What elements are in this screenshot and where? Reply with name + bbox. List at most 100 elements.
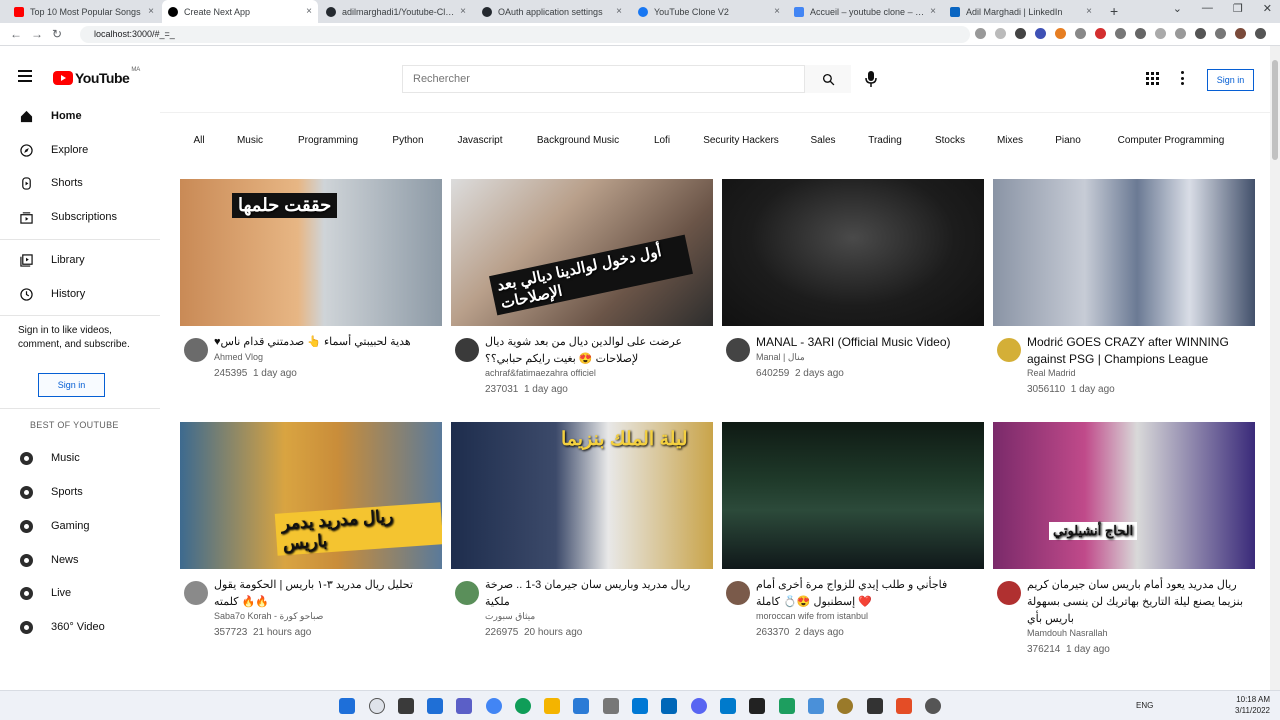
share-icon[interactable]	[975, 28, 986, 39]
close-icon[interactable]: ×	[1086, 6, 1092, 17]
widgets-icon[interactable]	[427, 698, 443, 714]
task-view-icon[interactable]	[398, 698, 414, 714]
browser-tab[interactable]: adilmarghadi1/Youtube-Clone- ×	[320, 0, 472, 23]
profile-avatar[interactable]	[1235, 28, 1246, 39]
browser-tab[interactable]: OAuth application settings ×	[476, 0, 628, 23]
channel-name[interactable]: Mamdouh Nasrallah	[1027, 628, 1108, 638]
channel-avatar[interactable]	[184, 338, 208, 362]
settings-icon[interactable]	[925, 698, 941, 714]
close-icon[interactable]: ×	[148, 6, 154, 17]
close-icon[interactable]: ×	[616, 6, 622, 17]
app-icon[interactable]	[661, 698, 677, 714]
channel-name[interactable]: moroccan wife from istanbul	[756, 611, 868, 621]
browser-tab[interactable]: YouTube Clone V2 ×	[632, 0, 786, 23]
maximize-icon[interactable]: ❐	[1233, 2, 1243, 15]
url-field[interactable]: localhost:3000/#_=_	[80, 26, 970, 43]
video-card[interactable]: الحاج أنشيلوتي ريال مدريد يعود أمام باري…	[993, 422, 1255, 655]
chip-python[interactable]: Python	[388, 128, 428, 152]
video-card[interactable]: أول دخول لوالدينا ديالي بعد الإصلاحات عر…	[451, 179, 713, 406]
store-icon[interactable]	[573, 698, 589, 714]
microphone-button[interactable]	[865, 71, 877, 92]
channel-name[interactable]: Real Madrid	[1027, 368, 1076, 378]
extension-icon[interactable]	[1095, 28, 1106, 39]
windows-start-icon[interactable]	[339, 698, 355, 714]
hamburger-menu-icon[interactable]	[18, 70, 32, 82]
sidebar-item-live[interactable]: Live	[0, 577, 160, 609]
video-card[interactable]: حققت حلمها ♥هدية لحبيبتي أسماء 👆 صدمتني …	[180, 179, 442, 406]
close-icon[interactable]: ×	[460, 6, 466, 17]
extension-icon[interactable]	[1135, 28, 1146, 39]
sidebar-item-history[interactable]: History	[0, 278, 160, 310]
new-tab-button[interactable]: +	[1110, 3, 1118, 19]
app-icon[interactable]	[808, 698, 824, 714]
sidebar-signin-button[interactable]: Sign in	[38, 373, 105, 397]
chip-mixes[interactable]: Mixes	[994, 128, 1026, 152]
channel-avatar[interactable]	[726, 581, 750, 605]
close-icon[interactable]: ×	[930, 6, 936, 17]
puzzle-icon[interactable]	[1195, 28, 1206, 39]
teams-icon[interactable]	[456, 698, 472, 714]
channel-avatar[interactable]	[455, 338, 479, 362]
video-title[interactable]: Modrić GOES CRAZY after WINNING against …	[1027, 334, 1253, 368]
clock[interactable]: 10:18 AM 3/11/2022	[1235, 694, 1270, 716]
chip-stocks[interactable]: Stocks	[930, 128, 970, 152]
video-thumbnail[interactable]	[722, 179, 984, 326]
browser-tab-active[interactable]: Create Next App ×	[162, 0, 318, 23]
video-title[interactable]: MANAL - 3ARI (Official Music Video)	[756, 334, 982, 351]
sidebar-item-library[interactable]: Library	[0, 244, 160, 276]
chip-security-hackers[interactable]: Security Hackers	[700, 128, 782, 152]
sidebar-item-explore[interactable]: Explore	[0, 134, 160, 166]
chip-computer-programming[interactable]: Computer Programming	[1110, 128, 1232, 152]
video-thumbnail[interactable]: أول دخول لوالدينا ديالي بعد الإصلاحات	[451, 179, 713, 326]
video-thumbnail[interactable]: ريال مدريد يدمر باريس	[180, 422, 442, 569]
edge-icon[interactable]	[515, 698, 531, 714]
extension-icon[interactable]	[1075, 28, 1086, 39]
channel-avatar[interactable]	[726, 338, 750, 362]
channel-avatar[interactable]	[184, 581, 208, 605]
channel-name[interactable]: Saba7o Korah - صباحو كورة	[214, 611, 323, 622]
video-thumbnail[interactable]: ليلة الملك بنزيما	[451, 422, 713, 569]
browser-tab[interactable]: Adil Marghadi | LinkedIn ×	[944, 0, 1098, 23]
channel-name[interactable]: Manal | منال	[756, 352, 805, 363]
video-title[interactable]: عرضت على لوالدين ديال من بعد شوية ديال ل…	[485, 334, 711, 368]
chip-background-music[interactable]: Background Music	[532, 128, 624, 152]
video-card[interactable]: Modrić GOES CRAZY after WINNING against …	[993, 179, 1255, 406]
browser-tab[interactable]: Top 10 Most Popular Songs ×	[8, 0, 160, 23]
video-title[interactable]: ريال مدريد يعود أمام باريس سان جيرمان كر…	[1027, 577, 1253, 628]
file-explorer-icon[interactable]	[544, 698, 560, 714]
pycharm-icon[interactable]	[779, 698, 795, 714]
close-icon[interactable]: ×	[306, 6, 312, 17]
forward-icon[interactable]: →	[31, 27, 43, 41]
chip-trading[interactable]: Trading	[864, 128, 906, 152]
video-card[interactable]: ليلة الملك بنزيما ريال مدريد وباريس سان …	[451, 422, 713, 649]
chip-piano[interactable]: Piano	[1050, 128, 1086, 152]
sidebar-item-sports[interactable]: Sports	[0, 476, 160, 508]
apps-grid-icon[interactable]	[1146, 72, 1159, 85]
minimize-icon[interactable]: —	[1202, 2, 1213, 15]
video-thumbnail[interactable]	[722, 422, 984, 569]
channel-avatar[interactable]	[997, 338, 1021, 362]
video-title[interactable]: ♥هدية لحبيبتي أسماء 👆 صدمتني قدام ناس	[214, 334, 440, 351]
video-title[interactable]: ريال مدريد وباريس سان جيرمان 3-1 .. صرخة…	[485, 577, 711, 611]
terminal-icon[interactable]	[749, 698, 765, 714]
signin-button[interactable]: Sign in	[1207, 69, 1254, 91]
channel-name[interactable]: Ahmed Vlog	[214, 352, 263, 362]
video-title[interactable]: فاجأني و طلب إيدي للزواج مرة أخرى أمام إ…	[756, 577, 982, 611]
language-indicator[interactable]: ENG	[1136, 701, 1153, 710]
search-input[interactable]	[403, 66, 804, 92]
extension-icon[interactable]	[1175, 28, 1186, 39]
video-card[interactable]: ريال مدريد يدمر باريس تحليل ريال مدريد ٣…	[180, 422, 442, 649]
video-title[interactable]: تحليل ريال مدريد ٣-١ باريس | الحكومة يقو…	[214, 577, 440, 611]
video-card[interactable]: فاجأني و طلب إيدي للزواج مرة أخرى أمام إ…	[722, 422, 984, 649]
chip-all[interactable]: All	[188, 128, 210, 152]
bookmark-star-icon[interactable]	[995, 28, 1006, 39]
extension-icon[interactable]	[1115, 28, 1126, 39]
sidebar-item-news[interactable]: News	[0, 544, 160, 576]
chip-music[interactable]: Music	[232, 128, 268, 152]
chip-sales[interactable]: Sales	[806, 128, 840, 152]
vscode-icon[interactable]	[720, 698, 736, 714]
extension-icon[interactable]	[1035, 28, 1046, 39]
sidebar-item-home[interactable]: Home	[0, 100, 160, 132]
video-thumbnail[interactable]: الحاج أنشيلوتي	[993, 422, 1255, 569]
chip-javascript[interactable]: Javascript	[452, 128, 508, 152]
